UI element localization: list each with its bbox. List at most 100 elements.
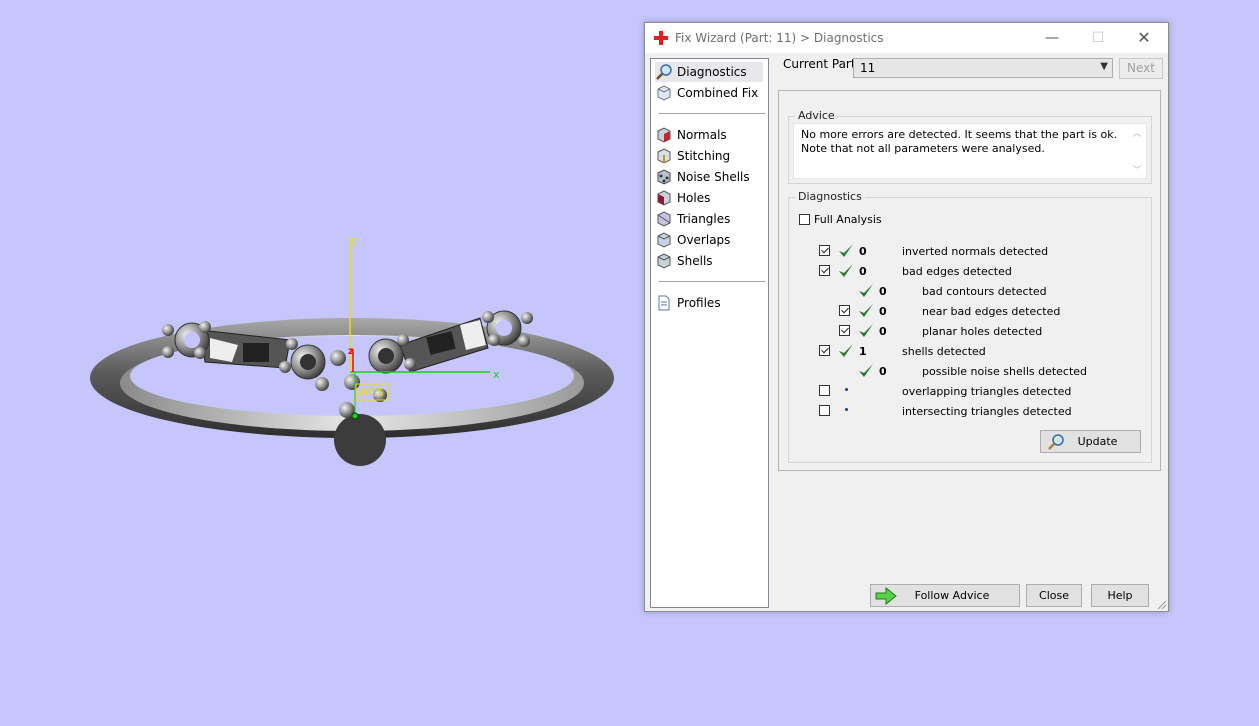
dialog-title: Fix Wizard (Part: 11) > Diagnostics	[675, 31, 884, 45]
diag-label: possible noise shells detected	[922, 365, 1088, 378]
chevron-down-icon: ▼	[1100, 61, 1108, 72]
nav-item-holes[interactable]: Holes	[655, 188, 763, 208]
magnifier-icon	[656, 64, 672, 80]
nav-item-overlaps[interactable]: Overlaps	[655, 230, 763, 250]
diag-row-inverted-normals: 0 inverted normals detected	[789, 242, 1151, 260]
near-bad-edges-checkbox[interactable]	[839, 305, 850, 316]
nav-label: Profiles	[677, 296, 721, 310]
next-button[interactable]: Next	[1119, 58, 1163, 79]
update-button[interactable]: Update	[1040, 430, 1141, 453]
axis-y-label: y	[351, 234, 358, 247]
nav-item-triangles[interactable]: Triangles	[655, 209, 763, 229]
triangles-cube-icon	[657, 211, 671, 227]
diag-row-noise-shells: 0 possible noise shells detected	[789, 362, 1151, 380]
nav-label: Noise Shells	[677, 170, 750, 184]
diag-count: 0	[879, 305, 887, 318]
update-label: Update	[1077, 435, 1118, 448]
not-analysed-dot-icon	[845, 408, 848, 411]
diag-count: 0	[859, 265, 867, 278]
wizard-nav-list: Diagnostics Combined Fix Normals Stitchi…	[650, 58, 769, 608]
bad-edges-checkbox[interactable]	[819, 265, 830, 276]
diag-row-shells: 1 shells detected	[789, 342, 1151, 360]
overlaps-cube-icon	[657, 232, 671, 248]
nav-label: Combined Fix	[677, 86, 759, 100]
nav-item-profiles[interactable]: Profiles	[655, 293, 763, 313]
diag-count: 0	[879, 285, 887, 298]
inverted-normals-checkbox[interactable]	[819, 245, 830, 256]
resize-grip-icon[interactable]	[1156, 599, 1166, 609]
checkmark-icon	[859, 284, 873, 297]
axis-z-label: z	[348, 346, 354, 357]
diag-label: overlapping triangles detected	[902, 385, 1072, 398]
diag-count: 1	[859, 345, 867, 358]
scroll-up-icon[interactable]: ︿	[1130, 126, 1144, 139]
nav-item-stitching[interactable]: Stitching	[655, 146, 763, 166]
3d-viewport[interactable]: y x z WCS	[0, 0, 640, 723]
close-button[interactable]: Close	[1026, 584, 1082, 607]
diag-count: 0	[879, 325, 887, 338]
diag-row-planar-holes: 0 planar holes detected	[789, 322, 1151, 340]
not-analysed-dot-icon	[845, 388, 848, 391]
current-part-select[interactable]: 11 ▼	[853, 58, 1113, 78]
noise-shells-icon	[657, 169, 671, 185]
diagnostics-panel: Advice No more errors are detected. It s…	[778, 90, 1161, 471]
full-analysis-label: Full Analysis	[814, 213, 882, 226]
fix-wizard-dialog: Fix Wizard (Part: 11) > Diagnostics — ☐ …	[644, 22, 1169, 612]
shells-cube-icon	[657, 253, 671, 269]
planar-holes-checkbox[interactable]	[839, 325, 850, 336]
nav-label: Diagnostics	[677, 65, 747, 79]
full-analysis-checkbox[interactable]	[799, 214, 810, 225]
nav-item-noise-shells[interactable]: Noise Shells	[655, 167, 763, 187]
intersecting-triangles-checkbox[interactable]	[819, 405, 830, 416]
diagnostics-title: Diagnostics	[795, 190, 865, 203]
nav-label: Triangles	[677, 212, 731, 226]
nav-item-diagnostics[interactable]: Diagnostics	[655, 62, 763, 82]
follow-advice-button[interactable]: Follow Advice	[870, 584, 1020, 607]
axis-x-label: x	[493, 368, 500, 381]
diag-row-bad-edges: 0 bad edges detected	[789, 262, 1151, 280]
diag-row-intersecting-triangles: intersecting triangles detected	[789, 402, 1151, 420]
nav-label: Overlaps	[677, 233, 731, 247]
nav-item-combined-fix[interactable]: Combined Fix	[655, 83, 763, 103]
diag-label: inverted normals detected	[902, 245, 1049, 258]
nav-item-shells[interactable]: Shells	[655, 251, 763, 271]
diag-label: near bad edges detected	[922, 305, 1061, 318]
diagnostics-group: Diagnostics Full Analysis 0 inverted nor…	[788, 190, 1152, 463]
checkmark-icon	[839, 244, 853, 257]
close-window-button[interactable]: ✕	[1124, 26, 1164, 50]
cube-icon	[657, 85, 671, 101]
current-part-value: 11	[860, 61, 876, 75]
advice-title: Advice	[795, 109, 838, 122]
stitching-cube-icon	[657, 148, 671, 164]
diag-row-overlapping-triangles: overlapping triangles detected	[789, 382, 1151, 400]
diag-count: 0	[859, 245, 867, 258]
ring-model	[90, 238, 614, 466]
holes-cube-icon	[657, 190, 671, 206]
diag-label: intersecting triangles detected	[902, 405, 1072, 418]
shells-checkbox[interactable]	[819, 345, 830, 356]
minimize-button[interactable]: —	[1032, 26, 1072, 50]
current-part-label: Current Part:	[783, 57, 860, 71]
nav-label: Normals	[677, 128, 727, 142]
advice-text: No more errors are detected. It seems th…	[801, 128, 1118, 155]
diag-count: 0	[879, 365, 887, 378]
dialog-titlebar[interactable]: Fix Wizard (Part: 11) > Diagnostics — ☐ …	[645, 23, 1168, 53]
maximize-button[interactable]: ☐	[1078, 26, 1118, 50]
nav-label: Stitching	[677, 149, 731, 163]
nav-divider	[659, 281, 765, 282]
scroll-down-icon[interactable]: ﹀	[1130, 163, 1144, 176]
nav-label: Shells	[677, 254, 713, 268]
nav-divider	[659, 113, 765, 114]
overlapping-triangles-checkbox[interactable]	[819, 385, 830, 396]
arrow-right-icon	[875, 587, 897, 605]
diag-label: shells detected	[902, 345, 986, 358]
advice-text-area[interactable]: No more errors are detected. It seems th…	[793, 123, 1147, 179]
document-icon	[658, 295, 670, 311]
normals-cube-icon	[657, 127, 671, 143]
help-button[interactable]: Help	[1091, 584, 1149, 607]
diag-row-near-bad-edges: 0 near bad edges detected	[789, 302, 1151, 320]
diag-label: planar holes detected	[922, 325, 1043, 338]
advice-scrollbar[interactable]: ︿ ﹀	[1130, 126, 1144, 176]
diag-row-bad-contours: 0 bad contours detected	[789, 282, 1151, 300]
nav-item-normals[interactable]: Normals	[655, 125, 763, 145]
